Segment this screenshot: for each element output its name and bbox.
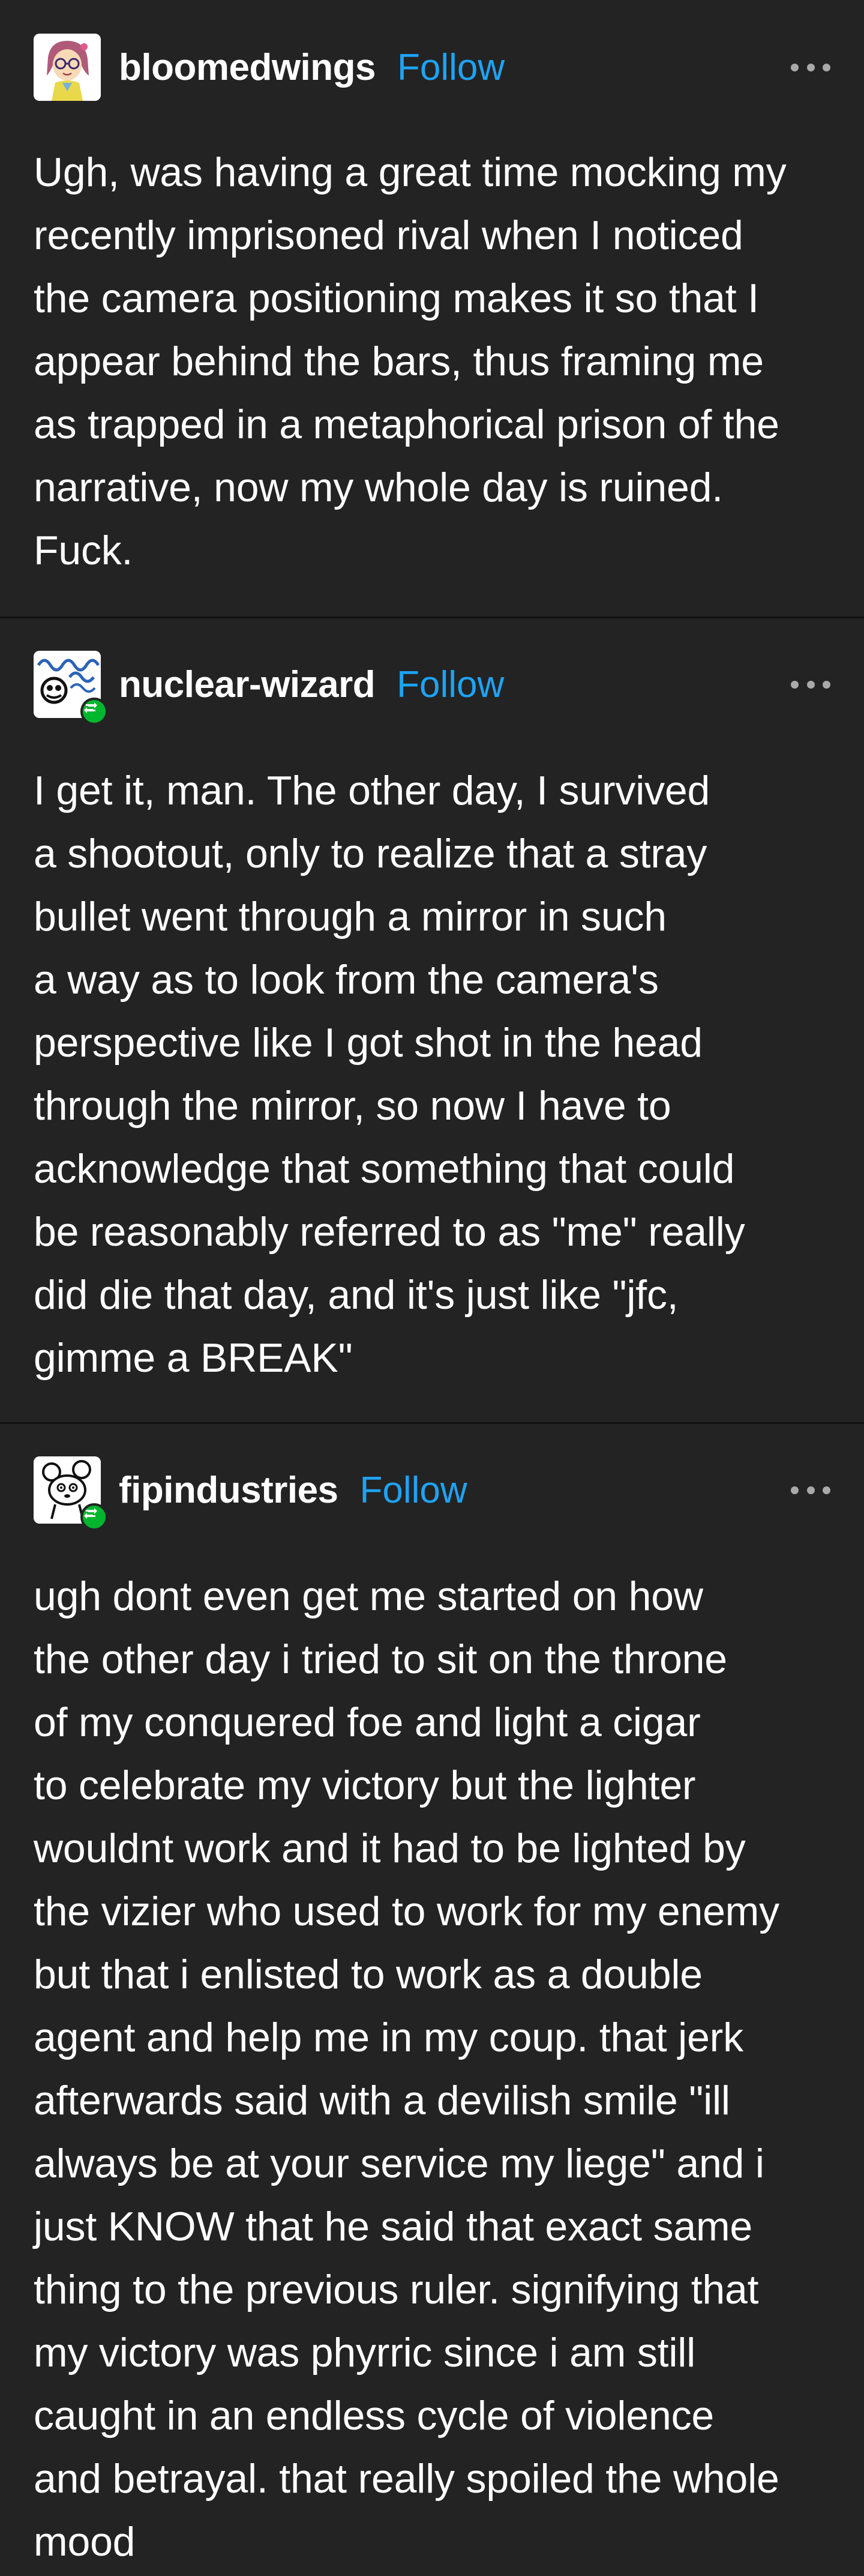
post-body: Ugh, was having a great time mocking my … bbox=[34, 149, 787, 573]
dot bbox=[823, 1486, 830, 1494]
post-body: ugh dont even get me started on how the … bbox=[34, 1573, 779, 2565]
follow-button[interactable]: Follow bbox=[397, 663, 504, 706]
dot bbox=[791, 680, 799, 689]
avatar[interactable] bbox=[34, 1456, 108, 1531]
dot bbox=[806, 1486, 815, 1494]
post-bloomedwings: bloomedwings Follow Ugh, was having a gr… bbox=[0, 0, 864, 617]
username[interactable]: fipindustries bbox=[119, 1469, 338, 1512]
username[interactable]: nuclear-wizard bbox=[119, 663, 376, 706]
follow-button[interactable]: Follow bbox=[360, 1469, 467, 1512]
post-header: nuclear-wizard Follow bbox=[34, 651, 830, 725]
avatar[interactable] bbox=[34, 651, 108, 725]
dot bbox=[806, 680, 815, 689]
post-header: bloomedwings Follow bbox=[34, 34, 830, 101]
dot bbox=[806, 63, 815, 71]
post-nuclear-wizard: nuclear-wizard Follow I get it, man. The… bbox=[0, 617, 864, 1423]
dot bbox=[823, 63, 830, 71]
username[interactable]: bloomedwings bbox=[119, 46, 376, 89]
avatar[interactable] bbox=[34, 34, 101, 101]
reblog-thread: bloomedwings Follow Ugh, was having a gr… bbox=[0, 0, 864, 2576]
reblog-icon bbox=[80, 698, 108, 725]
cartoon-girl-glasses-avatar-icon bbox=[34, 34, 101, 101]
dot bbox=[823, 680, 830, 689]
more-options-icon[interactable] bbox=[791, 57, 830, 77]
more-options-icon[interactable] bbox=[791, 674, 830, 695]
post-body: I get it, man. The other day, I survived… bbox=[34, 768, 745, 1381]
follow-button[interactable]: Follow bbox=[397, 46, 505, 89]
more-options-icon[interactable] bbox=[791, 1480, 830, 1500]
dot bbox=[791, 1486, 799, 1494]
dot bbox=[791, 63, 799, 71]
reblog-icon bbox=[80, 1503, 108, 1531]
post-fipindustries: fipindustries Follow ugh dont even get m… bbox=[0, 1423, 864, 2576]
post-header: fipindustries Follow bbox=[34, 1456, 830, 1531]
